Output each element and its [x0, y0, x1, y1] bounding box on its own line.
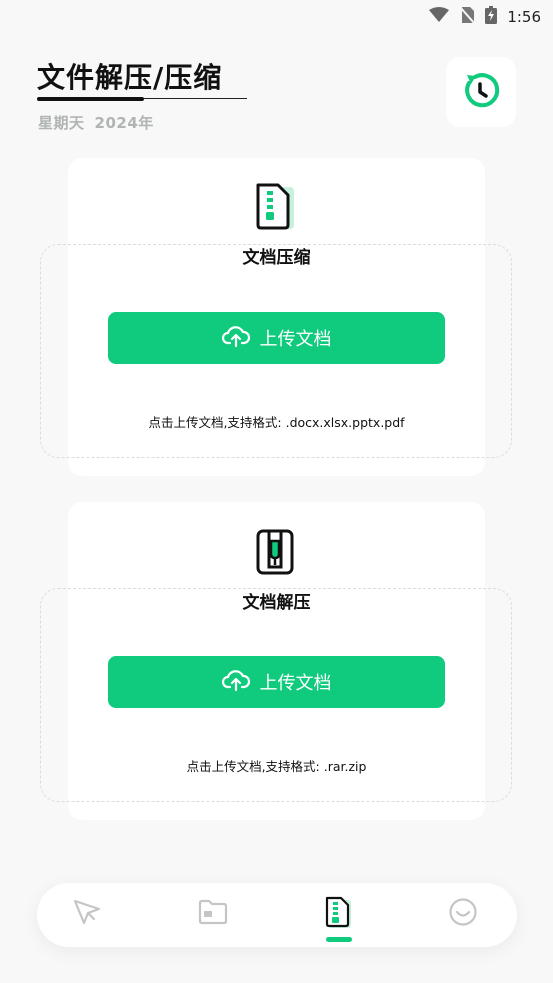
cloud-upload-icon	[221, 668, 250, 697]
nav-active-indicator	[326, 937, 352, 942]
date-weekday: 星期天	[38, 114, 85, 132]
profile-icon	[448, 897, 478, 931]
wifi-icon	[429, 7, 450, 27]
nav-send[interactable]	[70, 897, 104, 931]
title-divider	[144, 98, 247, 99]
zip-file-icon	[254, 181, 296, 231]
no-sim-icon	[459, 6, 477, 28]
compress-format-hint: 点击上传文档,支持格式: .docx.xlsx.pptx.pdf	[148, 415, 405, 430]
status-icons: 1:56	[429, 6, 541, 28]
nav-profile[interactable]	[446, 897, 480, 931]
compress-card-title: 文档压缩	[242, 248, 311, 268]
status-bar: 1:56	[0, 0, 553, 30]
cloud-upload-icon	[221, 324, 250, 353]
page-title: 文件解压/压缩	[37, 61, 223, 94]
upload-compress-label: 上传文档	[259, 329, 332, 350]
decompress-format-hint: 点击上传文档,支持格式: .rar.zip	[186, 759, 367, 774]
date-label: 星期天 2024年	[38, 112, 164, 133]
history-button[interactable]	[446, 57, 516, 127]
decompress-card-title: 文档解压	[242, 593, 311, 613]
upload-compress-button[interactable]: 上传文档	[108, 312, 445, 364]
nav-files[interactable]	[196, 897, 230, 931]
upload-decompress-button[interactable]: 上传文档	[108, 656, 445, 708]
zip-document-icon	[324, 895, 352, 933]
bottom-nav	[37, 883, 517, 947]
history-icon	[461, 70, 501, 114]
upload-decompress-label: 上传文档	[259, 673, 332, 694]
status-time: 1:56	[507, 8, 541, 26]
battery-icon	[485, 6, 498, 28]
folder-icon	[198, 899, 228, 929]
nav-compress[interactable]	[321, 895, 355, 933]
zipper-icon	[254, 527, 296, 577]
title-underline	[37, 97, 144, 101]
send-icon	[72, 897, 102, 931]
date-year: 2024年	[94, 114, 154, 132]
